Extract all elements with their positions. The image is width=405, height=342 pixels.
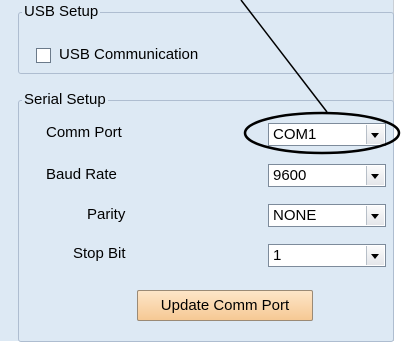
annotation-pointer-line [240, 0, 328, 113]
annotation-overlay [240, 0, 401, 155]
annotation-ellipse [243, 111, 401, 155]
